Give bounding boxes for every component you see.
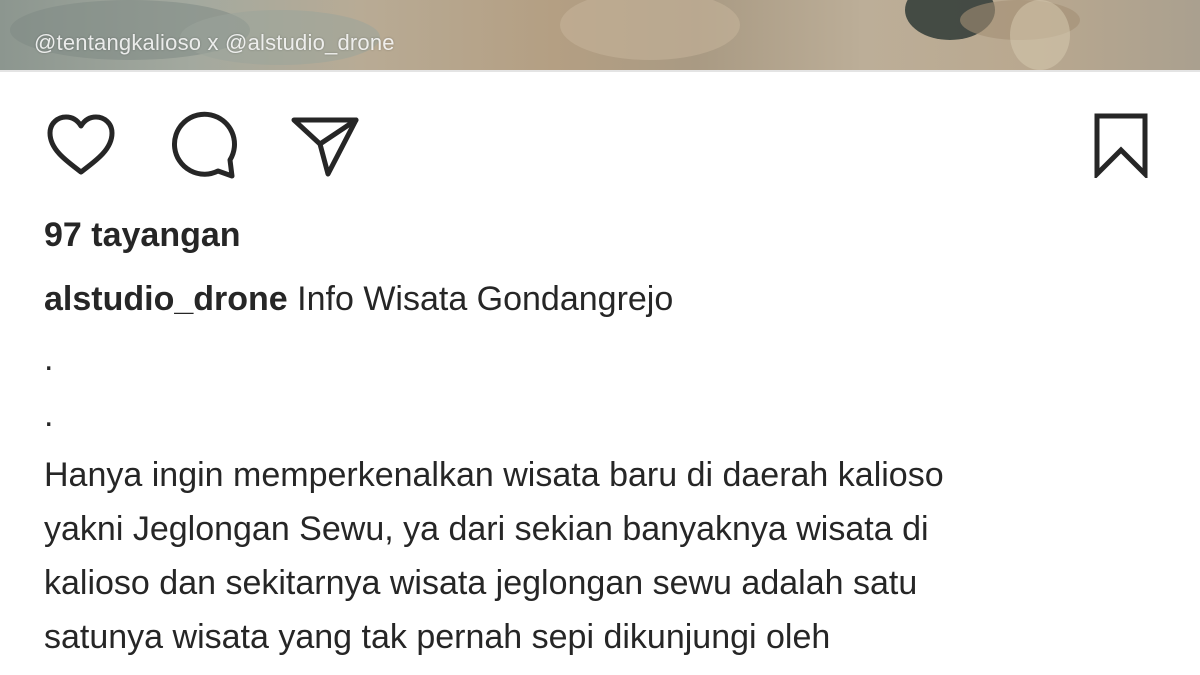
media-watermark: @tentangkalioso x @alstudio_drone: [34, 30, 395, 55]
bookmark-icon: [1094, 113, 1148, 178]
heart-icon: [47, 114, 115, 175]
like-button[interactable]: [44, 108, 118, 182]
media-rock-shape: [560, 0, 740, 60]
caption-text-line: kalioso dan sekitarnya wisata jeglongan …: [44, 564, 918, 602]
media-rock-shape: [1010, 0, 1070, 70]
caption-text-line: yakni Jeglongan Sewu, ya dari sekian ban…: [44, 510, 929, 548]
post-username-link[interactable]: alstudio_drone: [44, 280, 288, 318]
instagram-post-screen: @tentangkalioso x @alstudio_drone 97 tay…: [0, 0, 1200, 675]
post-media-image[interactable]: @tentangkalioso x @alstudio_drone: [0, 0, 1200, 70]
paper-plane-icon: [291, 117, 359, 177]
media-divider: [0, 70, 1200, 72]
post-action-bar: [0, 100, 1200, 190]
view-count: 97 tayangan: [44, 216, 241, 254]
comment-button[interactable]: [166, 108, 240, 182]
caption-text-line: satunya wisata yang tak pernah sepi diku…: [44, 618, 831, 656]
caption-dot: .: [44, 340, 54, 378]
share-button[interactable]: [288, 108, 362, 182]
comment-bubble-icon: [172, 111, 237, 179]
caption-dot: .: [44, 396, 54, 434]
save-button[interactable]: [1084, 108, 1158, 182]
caption-body: Hanya ingin memperkenalkan wisata baru d…: [44, 448, 1174, 664]
caption-header: alstudio_drone Info Wisata Gondangrejo: [44, 280, 673, 319]
caption-text-line: Hanya ingin memperkenalkan wisata baru d…: [44, 456, 944, 494]
caption-first-line: Info Wisata Gondangrejo: [297, 280, 674, 318]
